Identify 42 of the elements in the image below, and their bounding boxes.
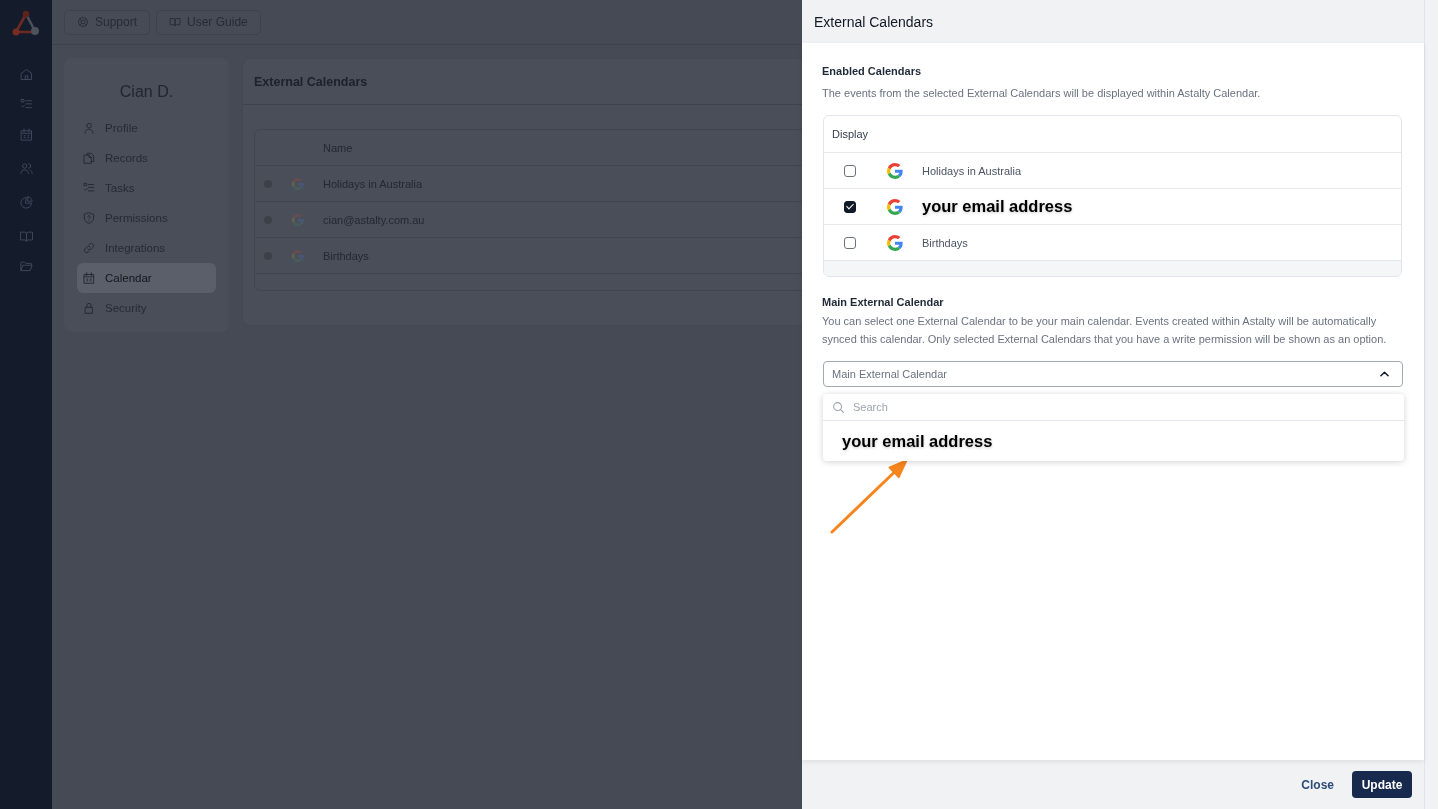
dropdown-option[interactable]: your email address bbox=[823, 421, 1404, 461]
chevron-up-icon bbox=[1380, 371, 1389, 377]
calendar-name: your email address bbox=[922, 197, 1073, 216]
section-description: The events from the selected External Calendars will be displayed within Astalty Calendar. bbox=[822, 86, 1262, 101]
checkbox[interactable] bbox=[844, 164, 856, 177]
calendar-name: Birthdays bbox=[922, 236, 968, 249]
calendar-icon bbox=[82, 271, 96, 285]
panel-title: External Calendars bbox=[814, 13, 934, 30]
app-logo[interactable] bbox=[12, 10, 40, 36]
home-icon[interactable] bbox=[18, 67, 34, 82]
users-icon[interactable] bbox=[18, 161, 34, 176]
user-icon bbox=[82, 121, 96, 135]
book-icon bbox=[169, 16, 182, 28]
lifebuoy-icon bbox=[77, 16, 89, 28]
link-icon bbox=[82, 241, 96, 255]
section-heading: Enabled Calendars bbox=[822, 64, 923, 79]
checkbox[interactable] bbox=[844, 200, 856, 213]
nav-item[interactable]: Calendar bbox=[77, 263, 216, 293]
checklist-icon bbox=[82, 181, 96, 195]
google-icon bbox=[292, 249, 304, 262]
folder-icon[interactable] bbox=[18, 259, 34, 274]
calendar-name: Holidays in Australia bbox=[922, 164, 1022, 177]
google-icon bbox=[887, 234, 903, 251]
calendar-select[interactable]: Main External Calendar bbox=[823, 361, 1403, 387]
book-icon[interactable] bbox=[18, 229, 34, 244]
documents-icon bbox=[82, 151, 96, 165]
section-description: You can select one External Calendar to be your main calendar. Events created within Astalty will be automatically synced this calendar. Only selected External Calendars that you have a write permission will be shown as an option. bbox=[822, 314, 1388, 347]
close-button[interactable]: Close bbox=[1301, 777, 1334, 792]
update-button[interactable]: Update bbox=[1352, 771, 1412, 798]
lock-icon bbox=[82, 301, 96, 315]
search-icon bbox=[833, 401, 844, 413]
search-input[interactable]: Search bbox=[853, 397, 1394, 417]
section-heading: Main External Calendar bbox=[822, 295, 945, 310]
checkbox[interactable] bbox=[844, 236, 856, 249]
google-icon bbox=[887, 198, 903, 215]
google-icon bbox=[292, 213, 304, 226]
calendar-icon[interactable] bbox=[18, 127, 34, 142]
google-icon bbox=[887, 162, 903, 179]
google-icon bbox=[292, 177, 304, 190]
column-header: Display bbox=[832, 128, 869, 140]
pie-chart-icon[interactable] bbox=[18, 195, 34, 210]
shield-question-icon bbox=[82, 211, 96, 225]
